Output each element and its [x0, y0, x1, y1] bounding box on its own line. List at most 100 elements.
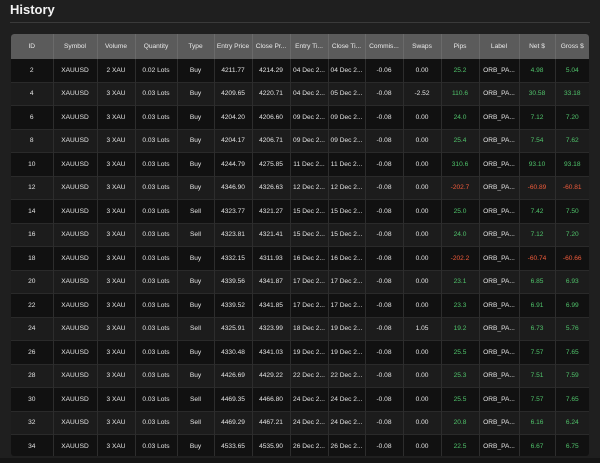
cell-close-time: 26 Dec 2... [328, 434, 366, 456]
cell-label: ORB_PA... [479, 59, 520, 82]
cell-type: Buy [177, 129, 215, 153]
cell-swaps: 0.00 [403, 270, 442, 294]
cell-type: Buy [177, 434, 215, 456]
cell-symbol: XAUUSD [53, 270, 98, 294]
cell-pips: 24.0 [441, 223, 480, 247]
cell-label: ORB_PA... [479, 176, 520, 200]
cell-quantity: 0.03 Lots [135, 129, 178, 153]
cell-commission: -0.08 [365, 434, 404, 456]
table-row[interactable]: 4 XAUUSD 3 XAU 0.03 Lots Buy 4209.65 4220.71 04… [11, 82, 589, 106]
table-header-row: ID Symbol Volume Quantity Type Entry Price Clo… [11, 34, 589, 59]
cell-entry-time: 11 Dec 2... [290, 152, 329, 176]
cell-entry-time: 17 Dec 2... [290, 270, 329, 294]
column-header[interactable]: Close Pr... [252, 34, 291, 59]
table-row[interactable]: 18 XAUUSD 3 XAU 0.03 Lots Buy 4332.15 4311.93 1… [11, 246, 589, 270]
table-row[interactable]: 32 XAUUSD 3 XAU 0.03 Lots Sell 4469.29 4467.21… [11, 411, 589, 435]
cell-swaps: 0.00 [403, 59, 442, 82]
cell-type: Buy [177, 340, 215, 364]
column-header[interactable]: Symbol [53, 34, 98, 59]
cell-pips: 25.0 [441, 199, 480, 223]
table-row[interactable]: 34 XAUUSD 3 XAU 0.03 Lots Buy 4533.65 4535.90 2… [11, 434, 589, 456]
cell-quantity: 0.03 Lots [135, 176, 178, 200]
column-header[interactable]: Label [479, 34, 520, 59]
cell-label: ORB_PA... [479, 434, 520, 456]
table-row[interactable]: 6 XAUUSD 3 XAU 0.03 Lots Buy 4204.20 4206.60 09… [11, 105, 589, 129]
table-row[interactable]: 14 XAUUSD 3 XAU 0.03 Lots Sell 4323.77 4321.27… [11, 199, 589, 223]
cell-pips: 24.0 [441, 105, 480, 129]
cell-close-time: 09 Dec 2... [328, 129, 366, 153]
cell-pips: 23.3 [441, 293, 480, 317]
cell-label: ORB_PA... [479, 129, 520, 153]
column-header[interactable]: Quantity [135, 34, 178, 59]
cell-id: 6 [11, 105, 54, 129]
cell-volume: 3 XAU [97, 152, 136, 176]
cell-quantity: 0.03 Lots [135, 223, 178, 247]
column-header[interactable]: Entry Price [214, 34, 253, 59]
table-row[interactable]: 22 XAUUSD 3 XAU 0.03 Lots Buy 4339.52 4341.85 1… [11, 293, 589, 317]
cell-net: 4.98 [519, 59, 556, 82]
table-body: 2 XAUUSD 2 XAU 0.02 Lots Buy 4211.77 4214.29 04… [11, 59, 589, 456]
table-row[interactable]: 30 XAUUSD 3 XAU 0.03 Lots Sell 4469.35 4466.80… [11, 387, 589, 411]
cell-close-time: 15 Dec 2... [328, 199, 366, 223]
title-divider [10, 22, 590, 23]
table-row[interactable]: 10 XAUUSD 3 XAU 0.03 Lots Buy 4244.79 4275.85 1… [11, 152, 589, 176]
cell-entry-time: 09 Dec 2... [290, 129, 329, 153]
cell-swaps: 0.00 [403, 152, 442, 176]
cell-id: 20 [11, 270, 54, 294]
cell-net: 7.54 [519, 129, 556, 153]
column-header[interactable]: Pips [441, 34, 480, 59]
cell-swaps: 1.05 [403, 317, 442, 341]
cell-commission: -0.08 [365, 152, 404, 176]
cell-swaps: 0.00 [403, 223, 442, 247]
table-row[interactable]: 28 XAUUSD 3 XAU 0.03 Lots Buy 4426.69 4429.22 2… [11, 364, 589, 388]
column-header[interactable]: Net $ [519, 34, 556, 59]
table-row[interactable]: 8 XAUUSD 3 XAU 0.03 Lots Buy 4204.17 4206.71 09… [11, 129, 589, 153]
cell-entry-price: 4533.65 [214, 434, 253, 456]
table-row[interactable]: 16 XAUUSD 3 XAU 0.03 Lots Sell 4323.81 4321.41… [11, 223, 589, 247]
column-header[interactable]: Swaps [403, 34, 442, 59]
table-row[interactable]: 24 XAUUSD 3 XAU 0.03 Lots Sell 4325.91 4323.99… [11, 317, 589, 341]
cell-entry-price: 4204.20 [214, 105, 253, 129]
table-row[interactable]: 26 XAUUSD 3 XAU 0.03 Lots Buy 4330.48 4341.03 1… [11, 340, 589, 364]
cell-entry-price: 4339.52 [214, 293, 253, 317]
cell-symbol: XAUUSD [53, 434, 98, 456]
history-table-container[interactable]: ID Symbol Volume Quantity Type Entry Price Clo… [11, 34, 589, 456]
cell-net: 6.85 [519, 270, 556, 294]
cell-commission: -0.08 [365, 129, 404, 153]
cell-entry-time: 22 Dec 2... [290, 364, 329, 388]
cell-symbol: XAUUSD [53, 152, 98, 176]
column-header[interactable]: Entry Ti... [290, 34, 329, 59]
cell-commission: -0.06 [365, 59, 404, 82]
column-header[interactable]: Type [177, 34, 215, 59]
column-header[interactable]: Gross $ [555, 34, 589, 59]
cell-id: 30 [11, 387, 54, 411]
cell-close-price: 4326.63 [252, 176, 291, 200]
cell-swaps: 0.00 [403, 411, 442, 435]
cell-type: Buy [177, 105, 215, 129]
table-row[interactable]: 20 XAUUSD 3 XAU 0.03 Lots Buy 4339.56 4341.87 1… [11, 270, 589, 294]
cell-entry-time: 04 Dec 2... [290, 59, 329, 82]
cell-close-time: 12 Dec 2... [328, 176, 366, 200]
cell-volume: 3 XAU [97, 223, 136, 247]
cell-volume: 3 XAU [97, 317, 136, 341]
cell-entry-price: 4469.35 [214, 387, 253, 411]
column-header[interactable]: Close Ti... [328, 34, 366, 59]
cell-pips: 25.5 [441, 340, 480, 364]
cell-gross: 7.65 [565, 395, 579, 403]
bottom-bar [0, 458, 600, 463]
cell-close-price: 4429.22 [252, 364, 291, 388]
table-row[interactable]: 2 XAUUSD 2 XAU 0.02 Lots Buy 4211.77 4214.29 04… [11, 59, 589, 82]
cell-pips: 25.3 [441, 364, 480, 388]
cell-volume: 3 XAU [97, 340, 136, 364]
cell-close-time: 16 Dec 2... [328, 246, 366, 270]
cell-symbol: XAUUSD [53, 82, 98, 106]
cell-label: ORB_PA... [479, 246, 520, 270]
cell-net: 6.91 [519, 293, 556, 317]
table-row[interactable]: 12 XAUUSD 3 XAU 0.03 Lots Buy 4346.90 4326.63 1… [11, 176, 589, 200]
column-header[interactable]: ID [11, 34, 54, 59]
cell-commission: -0.08 [365, 293, 404, 317]
column-header[interactable]: Commis... [365, 34, 404, 59]
cell-type: Buy [177, 176, 215, 200]
cell-close-price: 4206.71 [252, 129, 291, 153]
column-header[interactable]: Volume [97, 34, 136, 59]
